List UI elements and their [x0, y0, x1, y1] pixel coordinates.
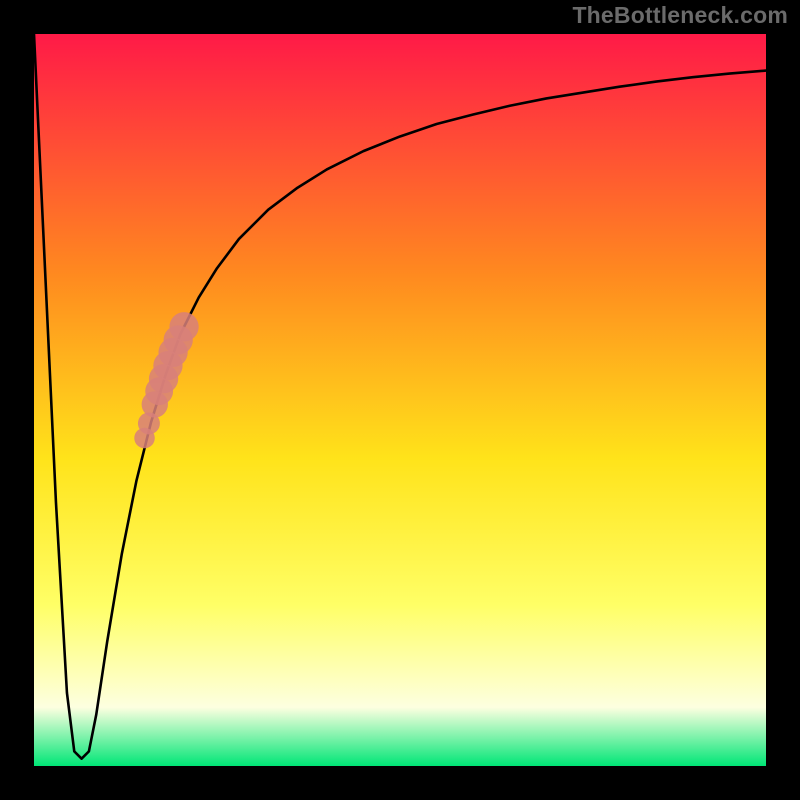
chart-stage: TheBottleneck.com — [0, 0, 800, 800]
frame-right — [766, 0, 800, 800]
watermark-label: TheBottleneck.com — [572, 2, 788, 29]
frame-bottom — [0, 766, 800, 800]
lower-highlight-bottom — [134, 428, 155, 449]
chart-svg — [0, 0, 800, 800]
frame-left — [0, 0, 34, 800]
